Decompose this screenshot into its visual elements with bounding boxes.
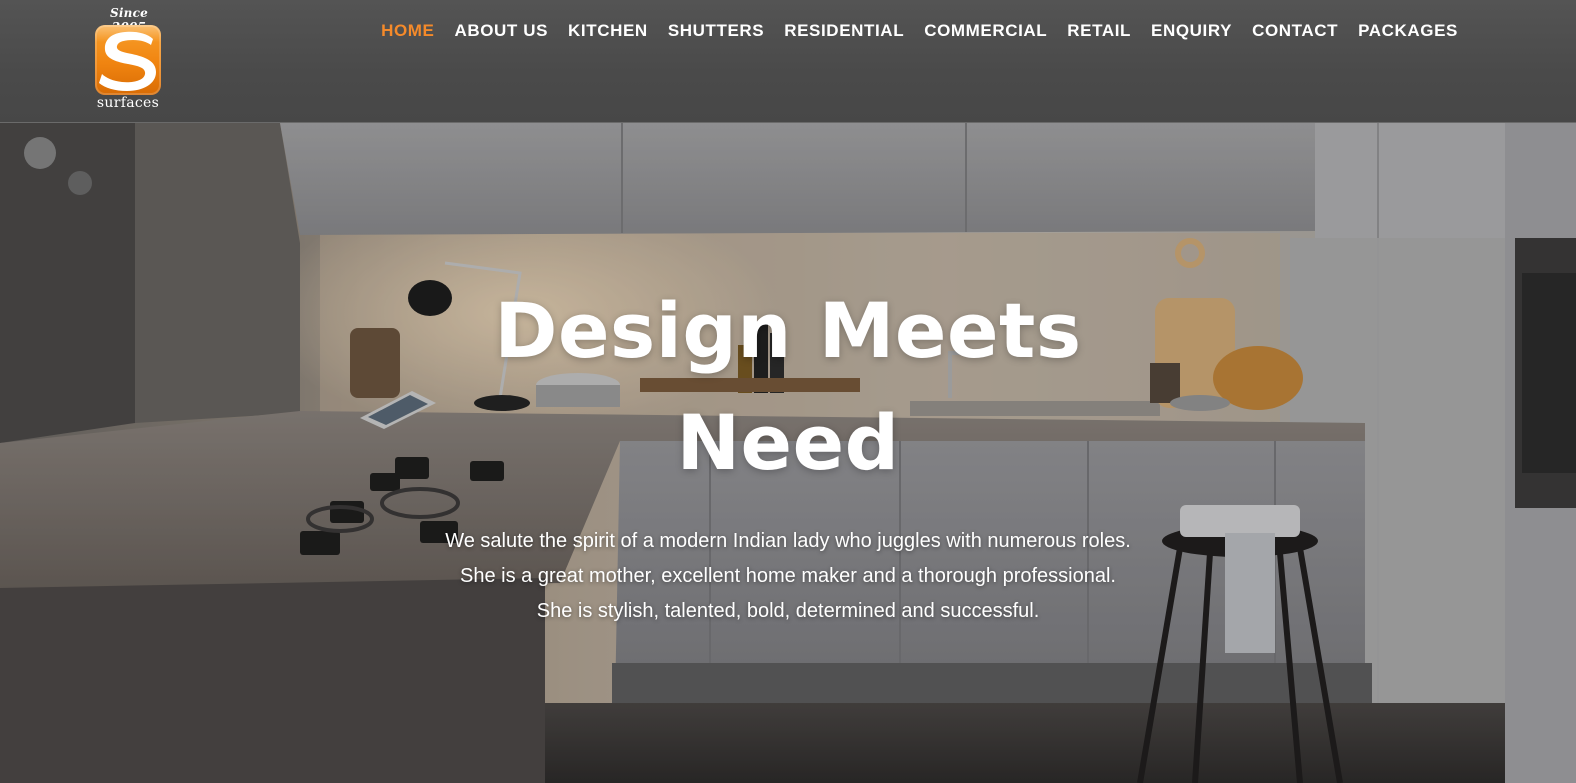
hero-heading-line-1: Design Meets [494, 286, 1082, 375]
main-navigation: HOME ABOUT US KITCHEN SHUTTERS RESIDENTI… [371, 19, 1468, 43]
nav-contact[interactable]: CONTACT [1242, 19, 1348, 43]
hero-description: We salute the spirit of a modern Indian … [288, 524, 1288, 629]
nav-retail[interactable]: RETAIL [1057, 19, 1141, 43]
hero-heading: Design Meets Need [388, 275, 1188, 499]
hero-heading-line-2: Need [676, 398, 900, 487]
nav-packages[interactable]: PACKAGES [1348, 19, 1468, 43]
s-logo-icon [95, 25, 161, 91]
surfaces-logo[interactable]: Since 2005 surfaces [92, 6, 164, 114]
nav-enquiry[interactable]: ENQUIRY [1141, 19, 1242, 43]
logo-wordmark: surfaces [96, 95, 160, 111]
nav-shutters[interactable]: SHUTTERS [658, 19, 774, 43]
hero-section: Design Meets Need We salute the spirit o… [0, 123, 1576, 783]
nav-residential[interactable]: RESIDENTIAL [774, 19, 914, 43]
nav-home[interactable]: HOME [371, 19, 444, 43]
nav-about-us[interactable]: ABOUT US [444, 19, 558, 43]
hero-description-line-3: She is stylish, talented, bold, determin… [536, 600, 1040, 622]
hero-description-line-1: We salute the spirit of a modern Indian … [445, 530, 1131, 552]
hero-description-line-2: She is a great mother, excellent home ma… [460, 565, 1116, 587]
site-header: Since 2005 surfaces HOME ABOUT US KITCHE… [0, 0, 1576, 123]
nav-kitchen[interactable]: KITCHEN [558, 19, 658, 43]
logo-badge [95, 25, 161, 95]
nav-commercial[interactable]: COMMERCIAL [914, 19, 1057, 43]
